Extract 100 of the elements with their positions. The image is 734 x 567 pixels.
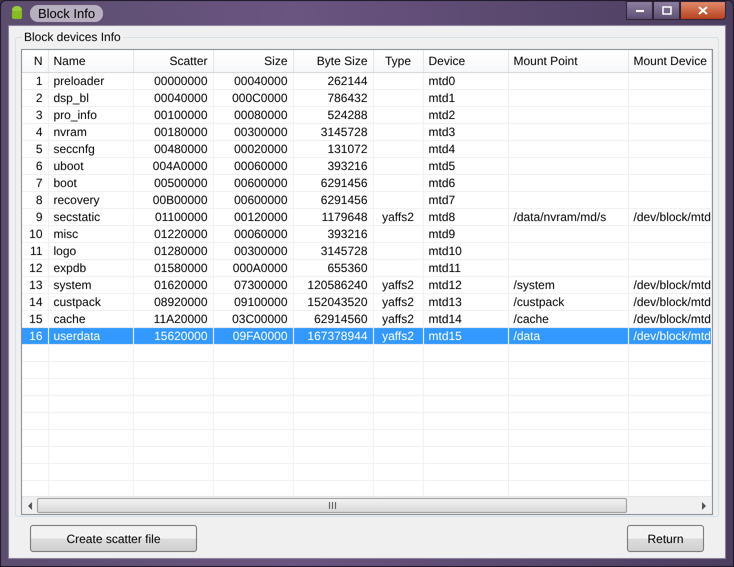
table-cell: 16 [29,329,42,343]
table-cell: 10 [29,227,42,241]
table-cell: mtd7 [428,193,456,207]
table-cell: 15620000 [154,329,208,343]
table-row[interactable]: 3 pro_info 00100000 00080000 524288 mtd2 [22,106,711,124]
column-header[interactable]: Device [423,50,508,72]
table-cell: yaffs2 [382,329,414,343]
table-cell: mtd15 [428,329,462,343]
table-cell: 152043520 [307,295,368,309]
table-cell: 00060000 [234,159,288,173]
table-cell: 000C0000 [232,91,288,105]
table-cell: mtd12 [428,278,462,292]
close-icon [698,6,708,15]
group-title: Block devices Info [22,30,123,44]
table-cell: boot [54,176,77,190]
table-cell: 00500000 [154,176,208,190]
table-cell: 6291456 [320,176,368,190]
table-cell: 00600000 [234,176,288,190]
scroll-left-icon[interactable] [27,502,33,510]
table-cell: 1 [36,74,42,88]
table-cell: mtd13 [428,295,462,309]
return-button[interactable]: Return [627,525,704,552]
table-cell: 000A0000 [232,261,288,275]
table-row[interactable]: 2 dsp_bl 00040000 000C0000 786432 mtd1 [22,90,711,106]
column-header[interactable]: Type [373,50,423,72]
table-cell: 14 [29,295,42,309]
table-cell: system [54,278,92,292]
table-cell: 01580000 [154,261,208,275]
table-row[interactable]: 4 nvram 00180000 00300000 3145728 mtd3 [22,124,711,140]
table-cell: 3145728 [320,244,368,258]
table-cell: 262144 [327,74,368,88]
horizontal-scrollbar[interactable] [22,496,712,514]
column-header[interactable]: Size [213,50,293,72]
table-row[interactable]: 9 secstatic 01100000 00120000 1179648 yaffs2 mtd8 /data/nvram/md/s /dev/block/mtd [22,208,711,226]
table-cell: 00100000 [154,108,208,122]
table-cell: yaffs2 [382,295,414,309]
table-cell: 01100000 [155,210,208,224]
table-row[interactable]: 10 misc 01220000 00060000 393216 mtd9 [22,226,711,242]
table-cell: misc [54,227,78,241]
table-cell: yaffs2 [382,312,414,326]
table-row[interactable]: 5 seccnfg 00480000 00020000 131072 mtd4 [22,140,711,158]
column-header[interactable]: Byte Size [293,50,373,72]
table-cell: 2 [36,91,42,105]
create-scatter-file-button[interactable]: Create scatter file [30,525,197,552]
table-row[interactable]: 1 preloader 00000000 00040000 262144 mtd0 [22,72,711,90]
table-cell: 00040000 [234,74,288,88]
table-cell: dsp_bl [54,91,89,105]
table-cell: mtd11 [428,261,461,275]
table-row[interactable]: 14 custpack 08920000 09100000 152043520 yaffs2 mtd13 /custpack /dev/block/mtd [22,294,711,310]
table-cell: /dev/block/mtd [634,329,710,343]
table-cell: recovery [54,193,100,207]
table-cell: 120586240 [307,278,368,292]
table-cell: /dev/block/mtd [634,295,710,309]
table-cell: 08920000 [154,295,208,309]
scroll-right-icon[interactable] [701,502,707,510]
column-header[interactable]: Name [48,50,133,72]
column-header[interactable]: Mount Point [508,50,628,72]
column-header[interactable]: N [22,50,48,72]
table-cell: 9 [36,210,42,224]
table-cell: expdb [54,261,86,275]
table-row[interactable]: 8 recovery 00B00000 00600000 6291456 mtd7 [22,192,711,208]
column-header[interactable]: Scatter [133,50,213,72]
table-cell: /dev/block/mtd [634,210,710,224]
table-cell: 00080000 [234,108,288,122]
table-cell: 00480000 [154,142,208,156]
scrollbar-thumb[interactable] [37,498,627,513]
table-cell: /cache [514,312,549,326]
table-cell: 09FA0000 [232,329,288,343]
table-cell: 004A0000 [152,159,208,173]
table-cell: mtd3 [428,125,456,139]
table-row[interactable]: 13 system 01620000 07300000 120586240 yaffs2 mtd12 /system /dev/block/mtd [22,276,711,294]
table-cell: 131072 [327,142,368,156]
table-cell: /data [514,329,540,343]
table-cell: 00300000 [234,125,288,139]
maximize-button[interactable] [653,1,680,20]
column-header[interactable]: Mount Device [628,50,711,72]
table-cell: 15 [29,312,42,326]
table-cell: /custpack [514,295,564,309]
table-cell: 00000000 [154,74,208,88]
table-cell: 12 [29,261,42,275]
close-button[interactable] [680,1,726,20]
table-cell: mtd14 [428,312,462,326]
minimize-button[interactable] [626,1,653,20]
table-cell: pro_info [54,108,97,122]
table-row[interactable]: 7 boot 00500000 00600000 6291456 mtd6 [22,174,711,192]
table-cell: yaffs2 [382,210,414,224]
table-cell: mtd0 [428,74,456,88]
table-cell: preloader [54,74,104,88]
table-row[interactable]: 12 expdb 01580000 000A0000 655360 mtd11 [22,260,711,276]
window-title: Block Info [30,4,104,22]
table-cell: 5 [36,142,42,156]
table-cell: 393216 [327,159,368,173]
table-cell: 62914560 [314,312,368,326]
table-cell: 00300000 [234,244,288,258]
table-cell: nvram [54,125,87,139]
table-row[interactable]: 11 logo 01280000 00300000 3145728 mtd10 [22,242,711,260]
table-cell: 1179648 [322,210,368,224]
table-cell: 393216 [327,227,368,241]
table-row[interactable]: 6 uboot 004A0000 00060000 393216 mtd5 [22,158,711,174]
table-cell: 00120000 [234,210,288,224]
